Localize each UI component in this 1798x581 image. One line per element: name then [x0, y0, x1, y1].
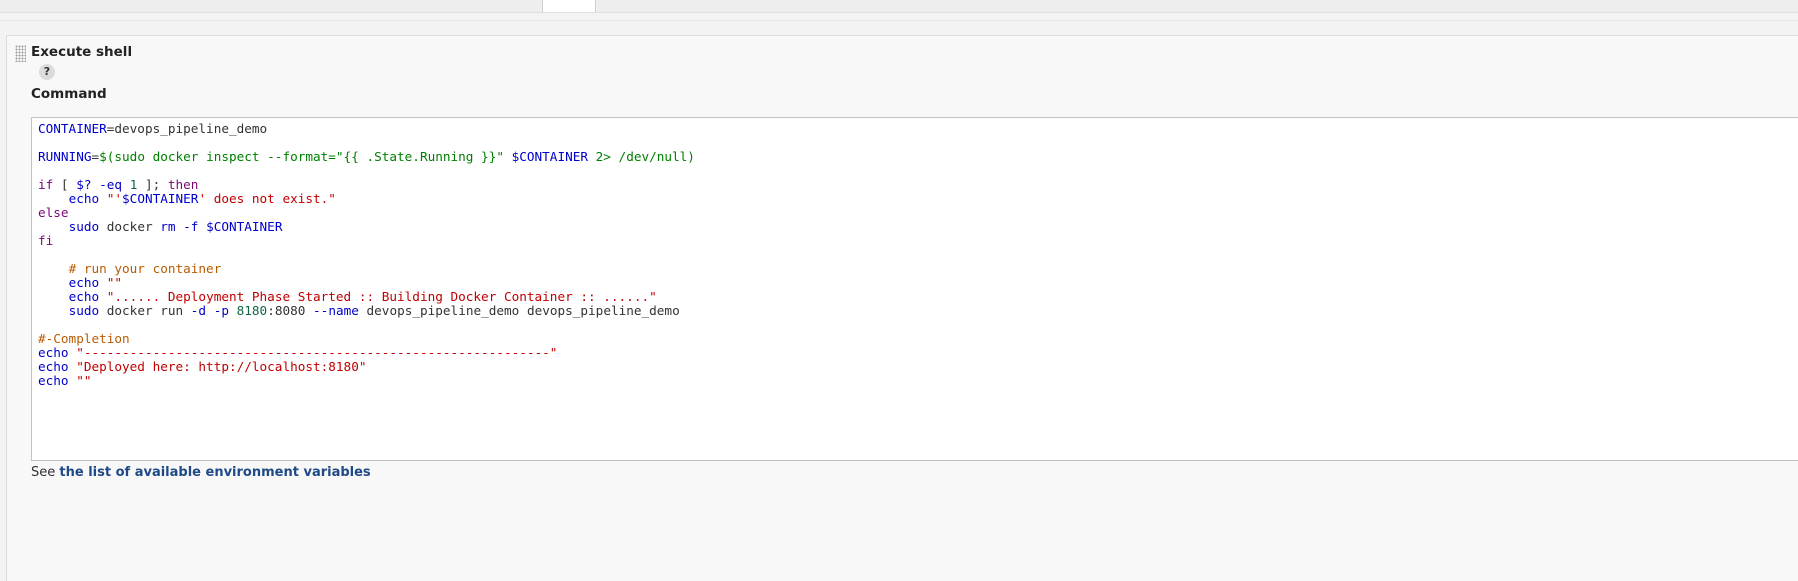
code-line: sudo docker rm -f $CONTAINER [38, 220, 695, 234]
env-note-prefix: See [31, 465, 60, 480]
code-token: echo [68, 191, 100, 206]
code-token: sudo [68, 303, 100, 318]
code-token: $(sudo docker inspect --format="{{ .Stat… [99, 149, 512, 164]
section-divider [0, 20, 1798, 21]
code-token: rm [160, 219, 176, 234]
drag-handle-icon[interactable] [15, 45, 26, 62]
code-token: devops_pipeline_demo devops_pipeline_dem… [358, 303, 680, 318]
code-token: #-Completion [38, 331, 130, 346]
code-line: CONTAINER=devops_pipeline_demo [38, 122, 695, 136]
code-token: # run your container [68, 261, 222, 276]
env-vars-note: See the list of available environment va… [31, 465, 371, 480]
help-icon[interactable]: ? [39, 64, 55, 80]
code-line: else [38, 206, 695, 220]
code-line: echo "" [38, 374, 695, 388]
code-token: --name [313, 303, 359, 318]
code-token: :8080 [267, 303, 314, 318]
code-token: [ [53, 177, 77, 192]
code-token: $CONTAINER [511, 149, 588, 164]
env-vars-link[interactable]: the list of available environment variab… [59, 465, 370, 480]
code-token: -eq [99, 177, 123, 192]
code-token: =devops_pipeline_demo [106, 121, 268, 136]
code-line: echo "'$CONTAINER' does not exist." [38, 192, 695, 206]
code-line: echo "Deployed here: http://localhost:81… [38, 360, 695, 374]
code-token: $? [76, 177, 92, 192]
command-editor[interactable]: CONTAINER=devops_pipeline_demo RUNNING=$(… [31, 117, 1798, 461]
code-line: fi [38, 234, 695, 248]
script-code: CONTAINER=devops_pipeline_demo RUNNING=$(… [38, 122, 695, 388]
code-token: echo [38, 345, 69, 360]
code-token: echo [68, 289, 100, 304]
code-line: if [ $? -eq 1 ]; then [38, 178, 695, 192]
code-token: docker [99, 219, 161, 234]
code-token: -d [190, 303, 207, 318]
step-title: Execute shell [31, 44, 133, 60]
code-token: "" [106, 275, 123, 290]
code-token: $CONTAINER [206, 219, 283, 234]
code-token: ' does not exist." [198, 191, 336, 206]
code-token: RUNNING [38, 149, 92, 164]
code-token: echo [38, 359, 69, 374]
code-token: then [167, 177, 199, 192]
code-token: ]; [137, 177, 168, 192]
code-line: #-Completion [38, 332, 695, 346]
code-token: -f [183, 219, 199, 234]
code-token: echo [38, 373, 69, 388]
code-token: 2> /dev/null) [588, 149, 695, 164]
top-tab-bar [0, 0, 1798, 13]
code-line: # run your container [38, 262, 695, 276]
code-line: sudo docker run -d -p 8180:8080 --name d… [38, 304, 695, 318]
code-token: docker run [99, 303, 191, 318]
code-token: CONTAINER [38, 121, 107, 136]
code-token: 8180 [236, 303, 268, 318]
code-token: else [38, 205, 69, 220]
build-step-panel: Execute shell ? Command CONTAINER=devops… [6, 35, 1798, 581]
code-token: sudo [68, 219, 100, 234]
code-line: echo "...... Deployment Phase Started ::… [38, 290, 695, 304]
code-token: $CONTAINER [122, 191, 199, 206]
code-line: RUNNING=$(sudo docker inspect --format="… [38, 150, 695, 164]
code-line: echo "" [38, 276, 695, 290]
code-token: -p [213, 303, 229, 318]
code-token: if [38, 177, 54, 192]
code-token: = [91, 149, 100, 164]
code-line: echo "----------------------------------… [38, 346, 695, 360]
code-token: "---------------------------------------… [76, 345, 558, 360]
code-token: echo [68, 275, 100, 290]
code-token: fi [38, 233, 54, 248]
command-label: Command [31, 86, 107, 102]
code-token: "Deployed here: http://localhost:8180" [76, 359, 367, 374]
code-token: "" [76, 373, 92, 388]
active-tab[interactable] [542, 0, 596, 12]
code-token: "' [106, 191, 123, 206]
code-token: "...... Deployment Phase Started :: Buil… [106, 289, 657, 304]
